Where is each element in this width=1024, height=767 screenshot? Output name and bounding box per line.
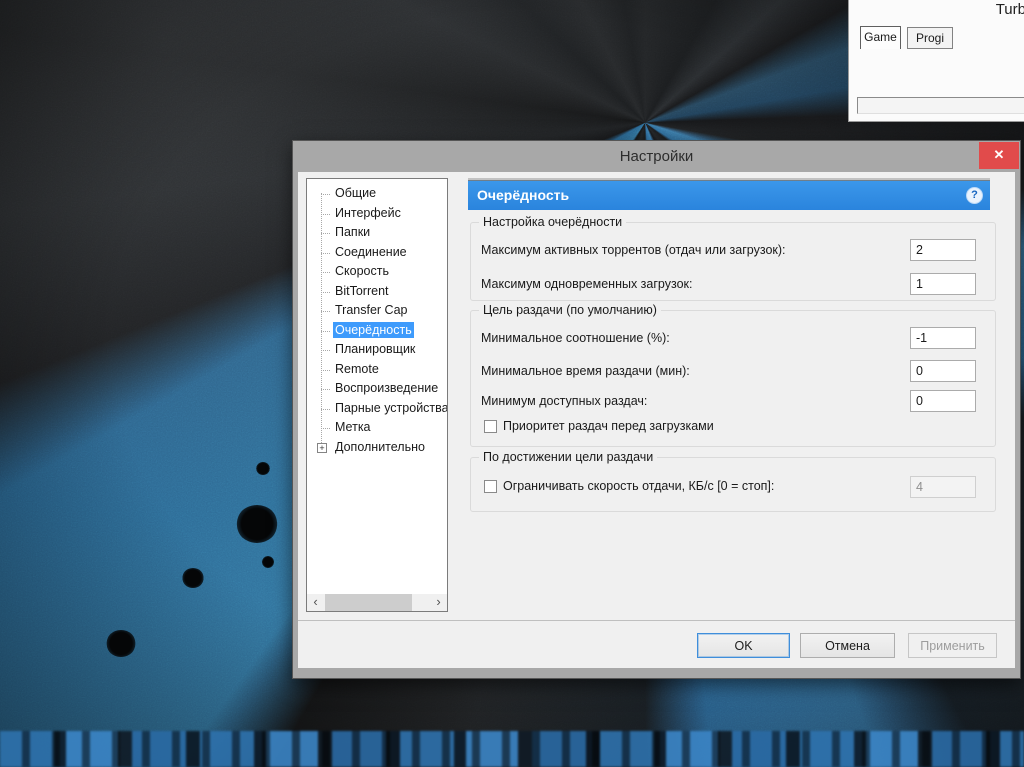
tree-item-dopolnitelno[interactable]: +Дополнительно xyxy=(307,438,447,458)
min-seed-time-label: Минимальное время раздачи (мин): xyxy=(481,364,690,378)
tree-branch-line xyxy=(321,292,330,293)
tree-branch-line xyxy=(321,253,330,254)
group-queue-settings: Настройка очерёдности Максимум активных … xyxy=(470,222,996,301)
apply-button: Применить xyxy=(908,633,997,658)
ink-splat xyxy=(262,556,274,568)
max-active-torrents-input[interactable] xyxy=(910,239,976,261)
scroll-right-icon[interactable]: › xyxy=(430,594,447,611)
ink-splat xyxy=(106,630,136,657)
tree-branch-line xyxy=(321,331,330,332)
seed-priority-checkbox[interactable] xyxy=(484,420,497,433)
tree-item-soedinenie[interactable]: Соединение xyxy=(307,243,447,263)
ink-splat xyxy=(182,568,204,588)
dialog-content: Общие Интерфейс Папки Соединение Скорост… xyxy=(298,172,1015,668)
tree-item-ocherednost[interactable]: Очерёдность xyxy=(307,321,447,341)
group-legend: По достижении цели раздачи xyxy=(479,450,657,464)
limit-upload-value-input xyxy=(910,476,976,498)
close-icon: ✕ xyxy=(994,147,1005,162)
tree-branch-line xyxy=(321,428,330,429)
tree-item-transfer-cap[interactable]: Transfer Cap xyxy=(307,301,447,321)
dialog-title: Настройки xyxy=(298,148,1015,165)
tree-horizontal-scrollbar[interactable]: ‹ › xyxy=(307,594,447,611)
limit-upload-checkrow: Ограничивать скорость отдачи, КБ/с [0 = … xyxy=(484,479,774,493)
min-seed-time-input[interactable] xyxy=(910,360,976,382)
tree-item-remote[interactable]: Remote xyxy=(307,360,447,380)
ink-splat xyxy=(256,462,270,475)
tree-item-obshchie[interactable]: Общие xyxy=(307,184,447,204)
ink-splat xyxy=(236,505,278,543)
tree-item-parnye-ustroystva[interactable]: Парные устройства xyxy=(307,399,447,419)
tree-branch-line xyxy=(321,350,330,351)
tree-item-vosproizvedenie[interactable]: Воспроизведение xyxy=(307,379,447,399)
group-legend: Цель раздачи (по умолчанию) xyxy=(479,303,661,317)
min-available-seeds-input[interactable] xyxy=(910,390,976,412)
scrollbar-thumb[interactable] xyxy=(325,594,412,611)
tree-branch-line xyxy=(321,194,330,195)
settings-category-tree[interactable]: Общие Интерфейс Папки Соединение Скорост… xyxy=(306,178,448,612)
group-legend: Настройка очерёдности xyxy=(479,215,626,229)
ok-button[interactable]: OK xyxy=(697,633,790,658)
tree-item-bittorrent[interactable]: BitTorrent xyxy=(307,282,447,302)
tree-branch-line xyxy=(321,233,330,234)
dialog-titlebar[interactable]: Настройки ✕ xyxy=(298,141,1015,172)
tree-item-metka[interactable]: Метка xyxy=(307,418,447,438)
button-row-separator xyxy=(298,620,1015,621)
tree-item-skorost[interactable]: Скорость xyxy=(307,262,447,282)
tree-branch-line xyxy=(321,311,330,312)
tree-item-planirovshchik[interactable]: Планировщик xyxy=(307,340,447,360)
max-downloads-label: Максимум одновременных загрузок: xyxy=(481,277,692,291)
page-title: Очерёдность xyxy=(477,187,569,203)
settings-dialog: Настройки ✕ Общие Интерфейс Папки Соедин… xyxy=(292,140,1021,679)
limit-upload-label: Ограничивать скорость отдачи, КБ/с [0 = … xyxy=(503,479,774,493)
help-icon[interactable]: ? xyxy=(966,187,983,204)
tree-branch-line xyxy=(321,389,330,390)
tree-list: Общие Интерфейс Папки Соединение Скорост… xyxy=(307,184,447,457)
background-window-title: Turb xyxy=(996,1,1024,18)
cancel-button[interactable]: Отмена xyxy=(800,633,895,658)
background-window[interactable]: Turb Game Progi xyxy=(848,0,1024,122)
min-ratio-input[interactable] xyxy=(910,327,976,349)
tree-expand-icon[interactable]: + xyxy=(317,443,327,453)
tree-branch-line xyxy=(321,370,330,371)
min-available-seeds-label: Минимум доступных раздач: xyxy=(481,394,647,408)
tree-item-interfeys[interactable]: Интерфейс xyxy=(307,204,447,224)
tree-branch-line xyxy=(321,409,330,410)
tab-game[interactable]: Game xyxy=(860,26,901,49)
group-seeding-goal: Цель раздачи (по умолчанию) Минимальное … xyxy=(470,310,996,447)
min-ratio-label: Минимальное соотношение (%): xyxy=(481,331,670,345)
close-button[interactable]: ✕ xyxy=(979,142,1019,169)
max-downloads-input[interactable] xyxy=(910,273,976,295)
tree-branch-line xyxy=(321,272,330,273)
wallpaper-graffiti-text xyxy=(0,731,1024,767)
seed-priority-checkrow: Приоритет раздач перед загрузками xyxy=(484,419,714,433)
background-window-field[interactable] xyxy=(857,97,1024,114)
page-header: Очерёдность ? xyxy=(468,180,990,210)
limit-upload-checkbox[interactable] xyxy=(484,480,497,493)
tab-progi[interactable]: Progi xyxy=(907,27,953,49)
max-active-torrents-label: Максимум активных торрентов (отдач или з… xyxy=(481,243,786,257)
tree-item-papki[interactable]: Папки xyxy=(307,223,447,243)
seed-priority-label: Приоритет раздач перед загрузками xyxy=(503,419,714,433)
tree-branch-line xyxy=(321,214,330,215)
scroll-left-icon[interactable]: ‹ xyxy=(307,594,324,611)
group-goal-reached: По достижении цели раздачи Ограничивать … xyxy=(470,457,996,512)
